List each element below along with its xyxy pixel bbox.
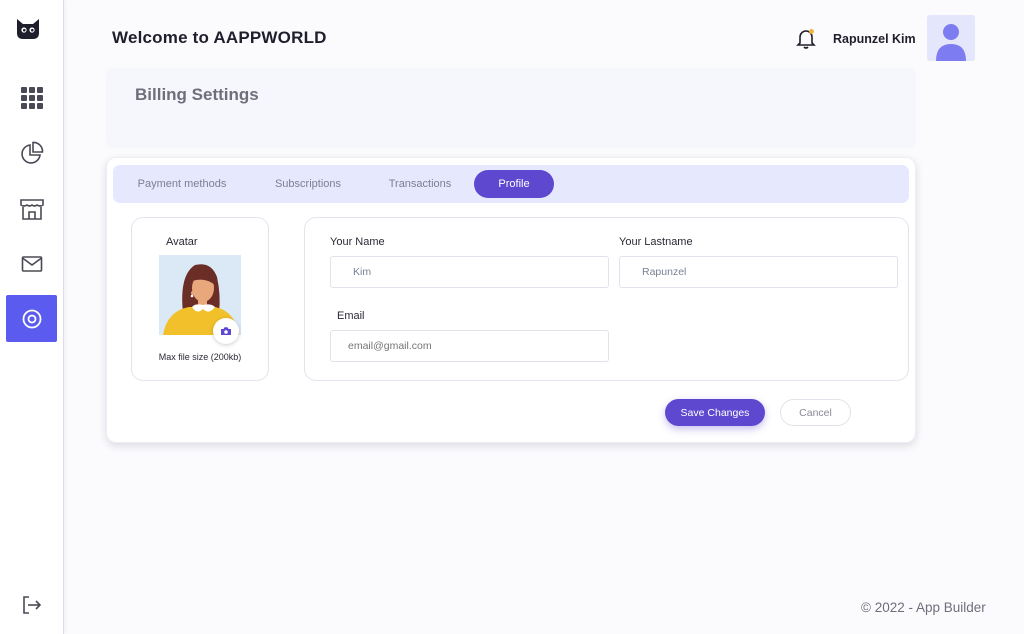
email-field[interactable] (330, 330, 609, 362)
tab-payment-methods[interactable]: Payment methods (123, 170, 241, 198)
tab-transactions[interactable]: Transactions (375, 170, 465, 198)
lastname-label: Your Lastname (619, 236, 693, 248)
footer-copyright: © 2022 - App Builder (861, 600, 986, 615)
pie-chart-icon (20, 141, 43, 164)
tab-bar: Payment methods Subscriptions Transactio… (113, 165, 909, 203)
sidebar-item-store[interactable] (6, 185, 57, 232)
sidebar-item-settings[interactable] (6, 295, 57, 342)
profile-form: Your Name Kim Your Lastname Rapunzel Ema… (304, 217, 909, 381)
target-icon (22, 309, 41, 328)
sidebar-item-dashboard[interactable] (6, 74, 57, 121)
section-title: Billing Settings (135, 85, 259, 104)
tab-profile[interactable]: Profile (474, 170, 554, 198)
avatar-panel: Avatar Max file size (200kb) (131, 217, 269, 381)
avatar-label: Avatar (166, 236, 198, 248)
sidebar-item-messages[interactable] (6, 240, 57, 287)
grid-icon (20, 86, 43, 109)
store-icon (19, 198, 44, 220)
email-label: Email (337, 310, 365, 322)
tab-subscriptions[interactable]: Subscriptions (261, 170, 355, 198)
sidebar (0, 0, 64, 634)
profile-card: Payment methods Subscriptions Transactio… (106, 157, 916, 443)
cancel-button[interactable]: Cancel (780, 399, 851, 426)
sidebar-item-analytics[interactable] (6, 129, 57, 176)
logo-icon[interactable] (14, 16, 42, 42)
name-field[interactable]: Kim (330, 256, 609, 288)
page-title: Welcome to AAPPWORLD (112, 28, 327, 47)
lastname-field[interactable]: Rapunzel (619, 256, 898, 288)
logout-button[interactable] (6, 581, 57, 628)
notification-bell-icon[interactable] (795, 27, 817, 49)
upload-avatar-button[interactable] (213, 318, 239, 344)
avatar[interactable] (927, 15, 975, 61)
camera-icon (221, 327, 231, 335)
logout-icon (22, 595, 41, 614)
user-name: Rapunzel Kim (833, 32, 916, 46)
avatar-file-size-note: Max file size (200kb) (158, 352, 242, 362)
save-changes-button[interactable]: Save Changes (665, 399, 765, 426)
mail-icon (21, 255, 42, 272)
billing-settings-banner: Billing Settings (106, 68, 916, 148)
name-label: Your Name (330, 236, 385, 248)
